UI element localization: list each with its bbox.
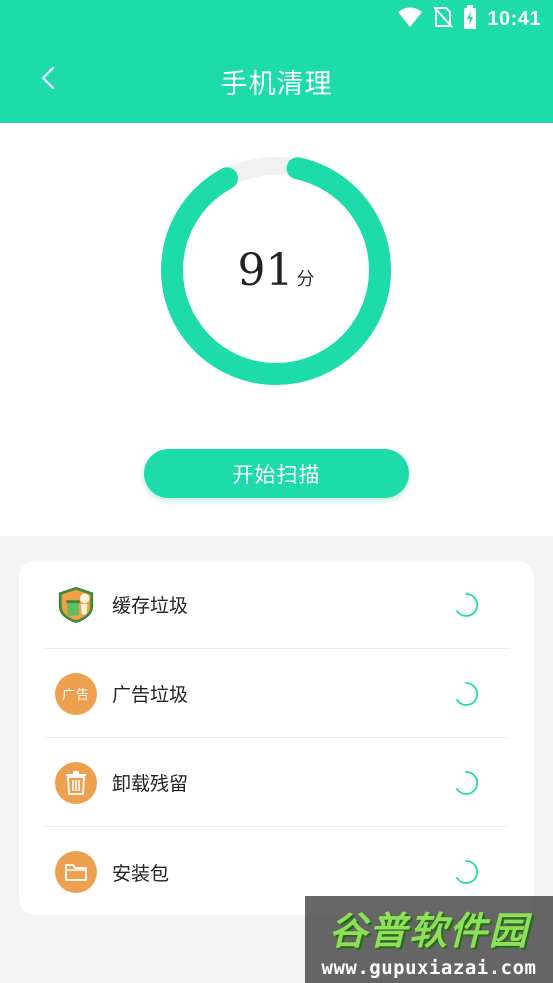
watermark: 谷普软件园 www.gupuxiazai.com <box>305 896 553 983</box>
no-sim-icon <box>433 5 454 33</box>
status-time: 10:41 <box>487 7 541 30</box>
loading-spinner-icon <box>456 682 479 706</box>
loading-spinner-icon <box>456 860 479 884</box>
score-display: 91 分 <box>159 153 393 387</box>
watermark-title: 谷普软件园 <box>328 909 529 953</box>
folder-icon <box>55 851 97 893</box>
status-bar: 10:41 <box>0 0 553 38</box>
app-bar: 手机清理 <box>0 38 553 123</box>
page-title: 手机清理 <box>220 69 333 100</box>
list-item-label: 广告垃圾 <box>112 684 189 706</box>
score-panel: 91 分 开始扫描 <box>0 123 553 536</box>
battery-charging-icon <box>463 5 477 33</box>
list-item-label: 卸载残留 <box>112 773 189 795</box>
list-item-cache-trash[interactable]: 缓存垃圾 <box>43 561 510 649</box>
cleanup-list: 缓存垃圾 广告 广告垃圾 卸载残留 安装包 <box>19 561 534 915</box>
watermark-url: www.gupuxiazai.com <box>321 957 537 979</box>
start-scan-button[interactable]: 开始扫描 <box>144 449 409 498</box>
ad-badge-icon: 广告 <box>55 672 97 715</box>
cache-trash-badge-icon <box>55 584 97 626</box>
ad-badge-text: 广告 <box>61 688 90 703</box>
loading-spinner-icon <box>456 593 479 617</box>
header: 10:41 手机清理 <box>0 0 553 123</box>
list-item-ad-trash[interactable]: 广告 广告垃圾 <box>43 650 510 738</box>
trash-bin-icon <box>55 761 97 804</box>
status-icons: 10:41 <box>397 5 541 33</box>
score-value: 91 <box>237 244 294 296</box>
list-item-uninstall-residue[interactable]: 卸载残留 <box>43 739 510 827</box>
loading-spinner-icon <box>456 771 479 795</box>
list-item-label: 安装包 <box>112 862 170 885</box>
wifi-icon <box>397 6 423 32</box>
list-item-label: 缓存垃圾 <box>112 595 189 617</box>
score-unit: 分 <box>296 269 315 290</box>
